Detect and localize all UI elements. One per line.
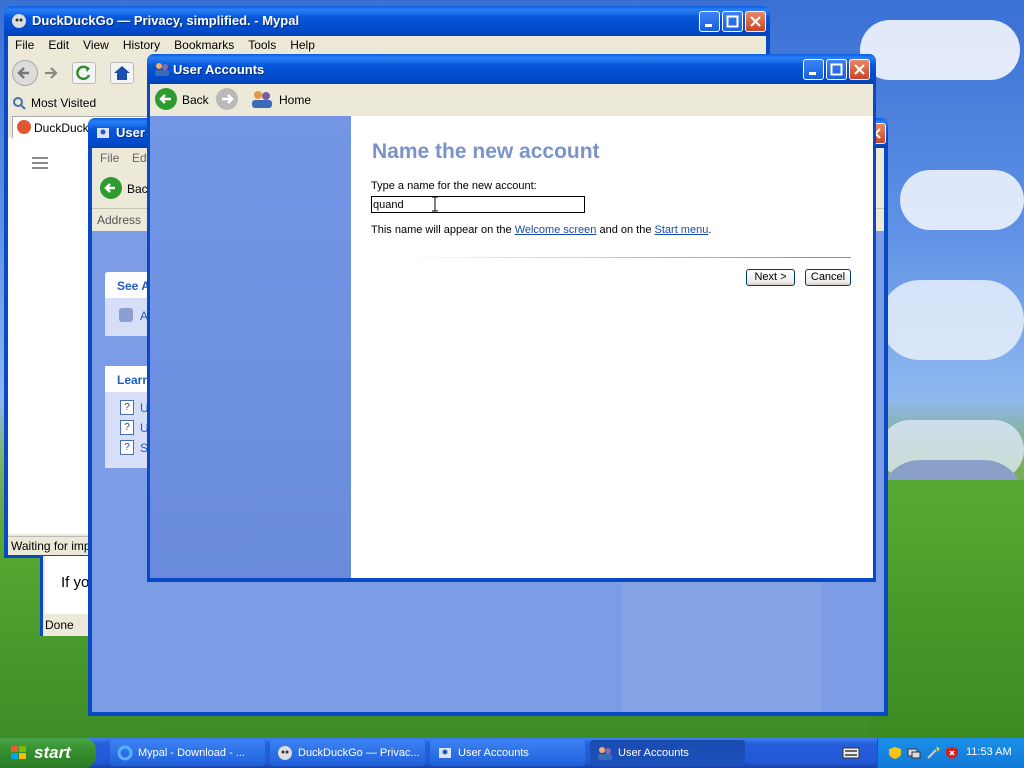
keyboard-icon[interactable] xyxy=(842,746,860,760)
user-accounts-dialog: User Accounts Back Home Name the new acc… xyxy=(147,54,876,582)
user-accounts-icon xyxy=(154,61,170,77)
dialog-maximize-button[interactable] xyxy=(826,59,847,80)
status-done: Done xyxy=(45,618,74,632)
windows-logo-icon xyxy=(10,745,28,761)
start-button[interactable]: start xyxy=(0,738,96,768)
bookmark-folder-icon xyxy=(12,96,26,110)
taskbar-item-duckduckgo[interactable]: DuckDuckGo — Privac... xyxy=(270,740,425,766)
taskbar-item-label: DuckDuckGo — Privac... xyxy=(298,747,420,759)
hamburger-menu-icon[interactable] xyxy=(32,156,50,170)
status-text: Waiting for impr xyxy=(11,539,95,553)
hint-text: and on the xyxy=(596,224,655,236)
dialog-main-content: Name the new account Type a name for the… xyxy=(351,116,873,578)
bg-window-title: User xyxy=(116,125,145,140)
taskbar-item-label: User Accounts xyxy=(458,747,529,759)
next-button[interactable]: Next > xyxy=(746,269,795,286)
bookmark-most-visited[interactable]: Most Visited xyxy=(31,96,96,110)
system-tray: 11:53 AM xyxy=(877,738,1024,768)
divider xyxy=(401,257,851,258)
dialog-left-pane xyxy=(150,116,351,578)
bg-decorative-watermark xyxy=(622,578,822,712)
browser-title: DuckDuckGo — Privacy, simplified. - Mypa… xyxy=(32,13,300,28)
menu-view[interactable]: View xyxy=(76,36,116,54)
see-also-icon xyxy=(119,308,133,322)
back-button-label[interactable]: Back xyxy=(182,93,209,107)
mypal-icon xyxy=(277,745,293,761)
alert-shield-icon[interactable] xyxy=(945,746,959,760)
user-accounts-icon xyxy=(437,745,453,761)
bg-back-icon[interactable] xyxy=(100,177,122,199)
dialog-minimize-button[interactable] xyxy=(803,59,824,80)
dialog-toolbar: Back Home xyxy=(150,84,873,116)
home-users-icon[interactable] xyxy=(251,88,273,110)
text-cursor-icon xyxy=(431,196,439,212)
dialog-close-button[interactable] xyxy=(849,59,870,80)
help-icon: ? xyxy=(120,420,134,435)
learn-heading: Learn xyxy=(117,373,150,387)
wand-icon[interactable] xyxy=(926,746,940,760)
menu-edit[interactable]: Edit xyxy=(41,36,76,54)
network-icon[interactable] xyxy=(907,746,921,760)
minimize-button[interactable] xyxy=(699,11,720,32)
name-prompt: Type a name for the new account: xyxy=(371,180,537,192)
welcome-screen-link[interactable]: Welcome screen xyxy=(515,224,597,236)
mypal-icon xyxy=(11,13,27,29)
cancel-button[interactable]: Cancel xyxy=(805,269,851,286)
start-menu-link[interactable]: Start menu xyxy=(655,224,709,236)
maximize-button[interactable] xyxy=(722,11,743,32)
close-button[interactable] xyxy=(745,11,766,32)
hint-text: . xyxy=(708,224,712,236)
bg-address-label: Address xyxy=(97,213,142,227)
start-label: start xyxy=(34,743,71,762)
see-also-heading: See A xyxy=(117,279,150,293)
browser-title-bar: DuckDuckGo — Privacy, simplified. - Mypa… xyxy=(4,6,770,36)
taskbar-item-user-accounts-2[interactable]: User Accounts xyxy=(590,740,745,766)
name-hint: This name will appear on the Welcome scr… xyxy=(371,224,711,236)
taskbar-item-label: User Accounts xyxy=(618,747,689,759)
back-icon[interactable] xyxy=(155,88,177,110)
back-arrow-icon[interactable] xyxy=(12,60,38,86)
page-snippet: If yo xyxy=(61,574,90,591)
menu-bookmarks[interactable]: Bookmarks xyxy=(167,36,241,54)
hint-text: This name will appear on the xyxy=(371,224,515,236)
home-icon[interactable] xyxy=(110,62,134,84)
menu-help[interactable]: Help xyxy=(283,36,322,54)
users-icon xyxy=(597,745,613,761)
ie-icon xyxy=(117,745,133,761)
browser-menubar: File Edit View History Bookmarks Tools Help xyxy=(8,36,322,54)
taskbar-item-mypal-download[interactable]: Mypal - Download - ... xyxy=(110,740,265,766)
menu-file[interactable]: File xyxy=(8,36,41,54)
clock: 11:53 AM xyxy=(966,746,1012,758)
security-shield-icon[interactable] xyxy=(888,746,902,760)
dialog-title: User Accounts xyxy=(173,62,265,77)
forward-arrow-icon[interactable] xyxy=(42,64,60,82)
taskbar-item-user-accounts-1[interactable]: User Accounts xyxy=(430,740,585,766)
help-icon: ? xyxy=(120,400,134,415)
menu-history[interactable]: History xyxy=(116,36,167,54)
menu-tools[interactable]: Tools xyxy=(241,36,283,54)
reload-icon[interactable] xyxy=(72,62,96,84)
taskbar-item-label: Mypal - Download - ... xyxy=(138,747,245,759)
help-icon: ? xyxy=(120,440,134,455)
page-heading: Name the new account xyxy=(372,140,600,163)
account-name-input[interactable] xyxy=(371,196,585,213)
user-accounts-icon xyxy=(95,125,111,141)
bg-menu-file[interactable]: File xyxy=(100,151,119,165)
dialog-title-bar: User Accounts xyxy=(147,54,876,84)
home-button-label[interactable]: Home xyxy=(279,93,311,107)
duckduckgo-icon xyxy=(17,120,31,134)
forward-icon[interactable] xyxy=(216,88,238,110)
